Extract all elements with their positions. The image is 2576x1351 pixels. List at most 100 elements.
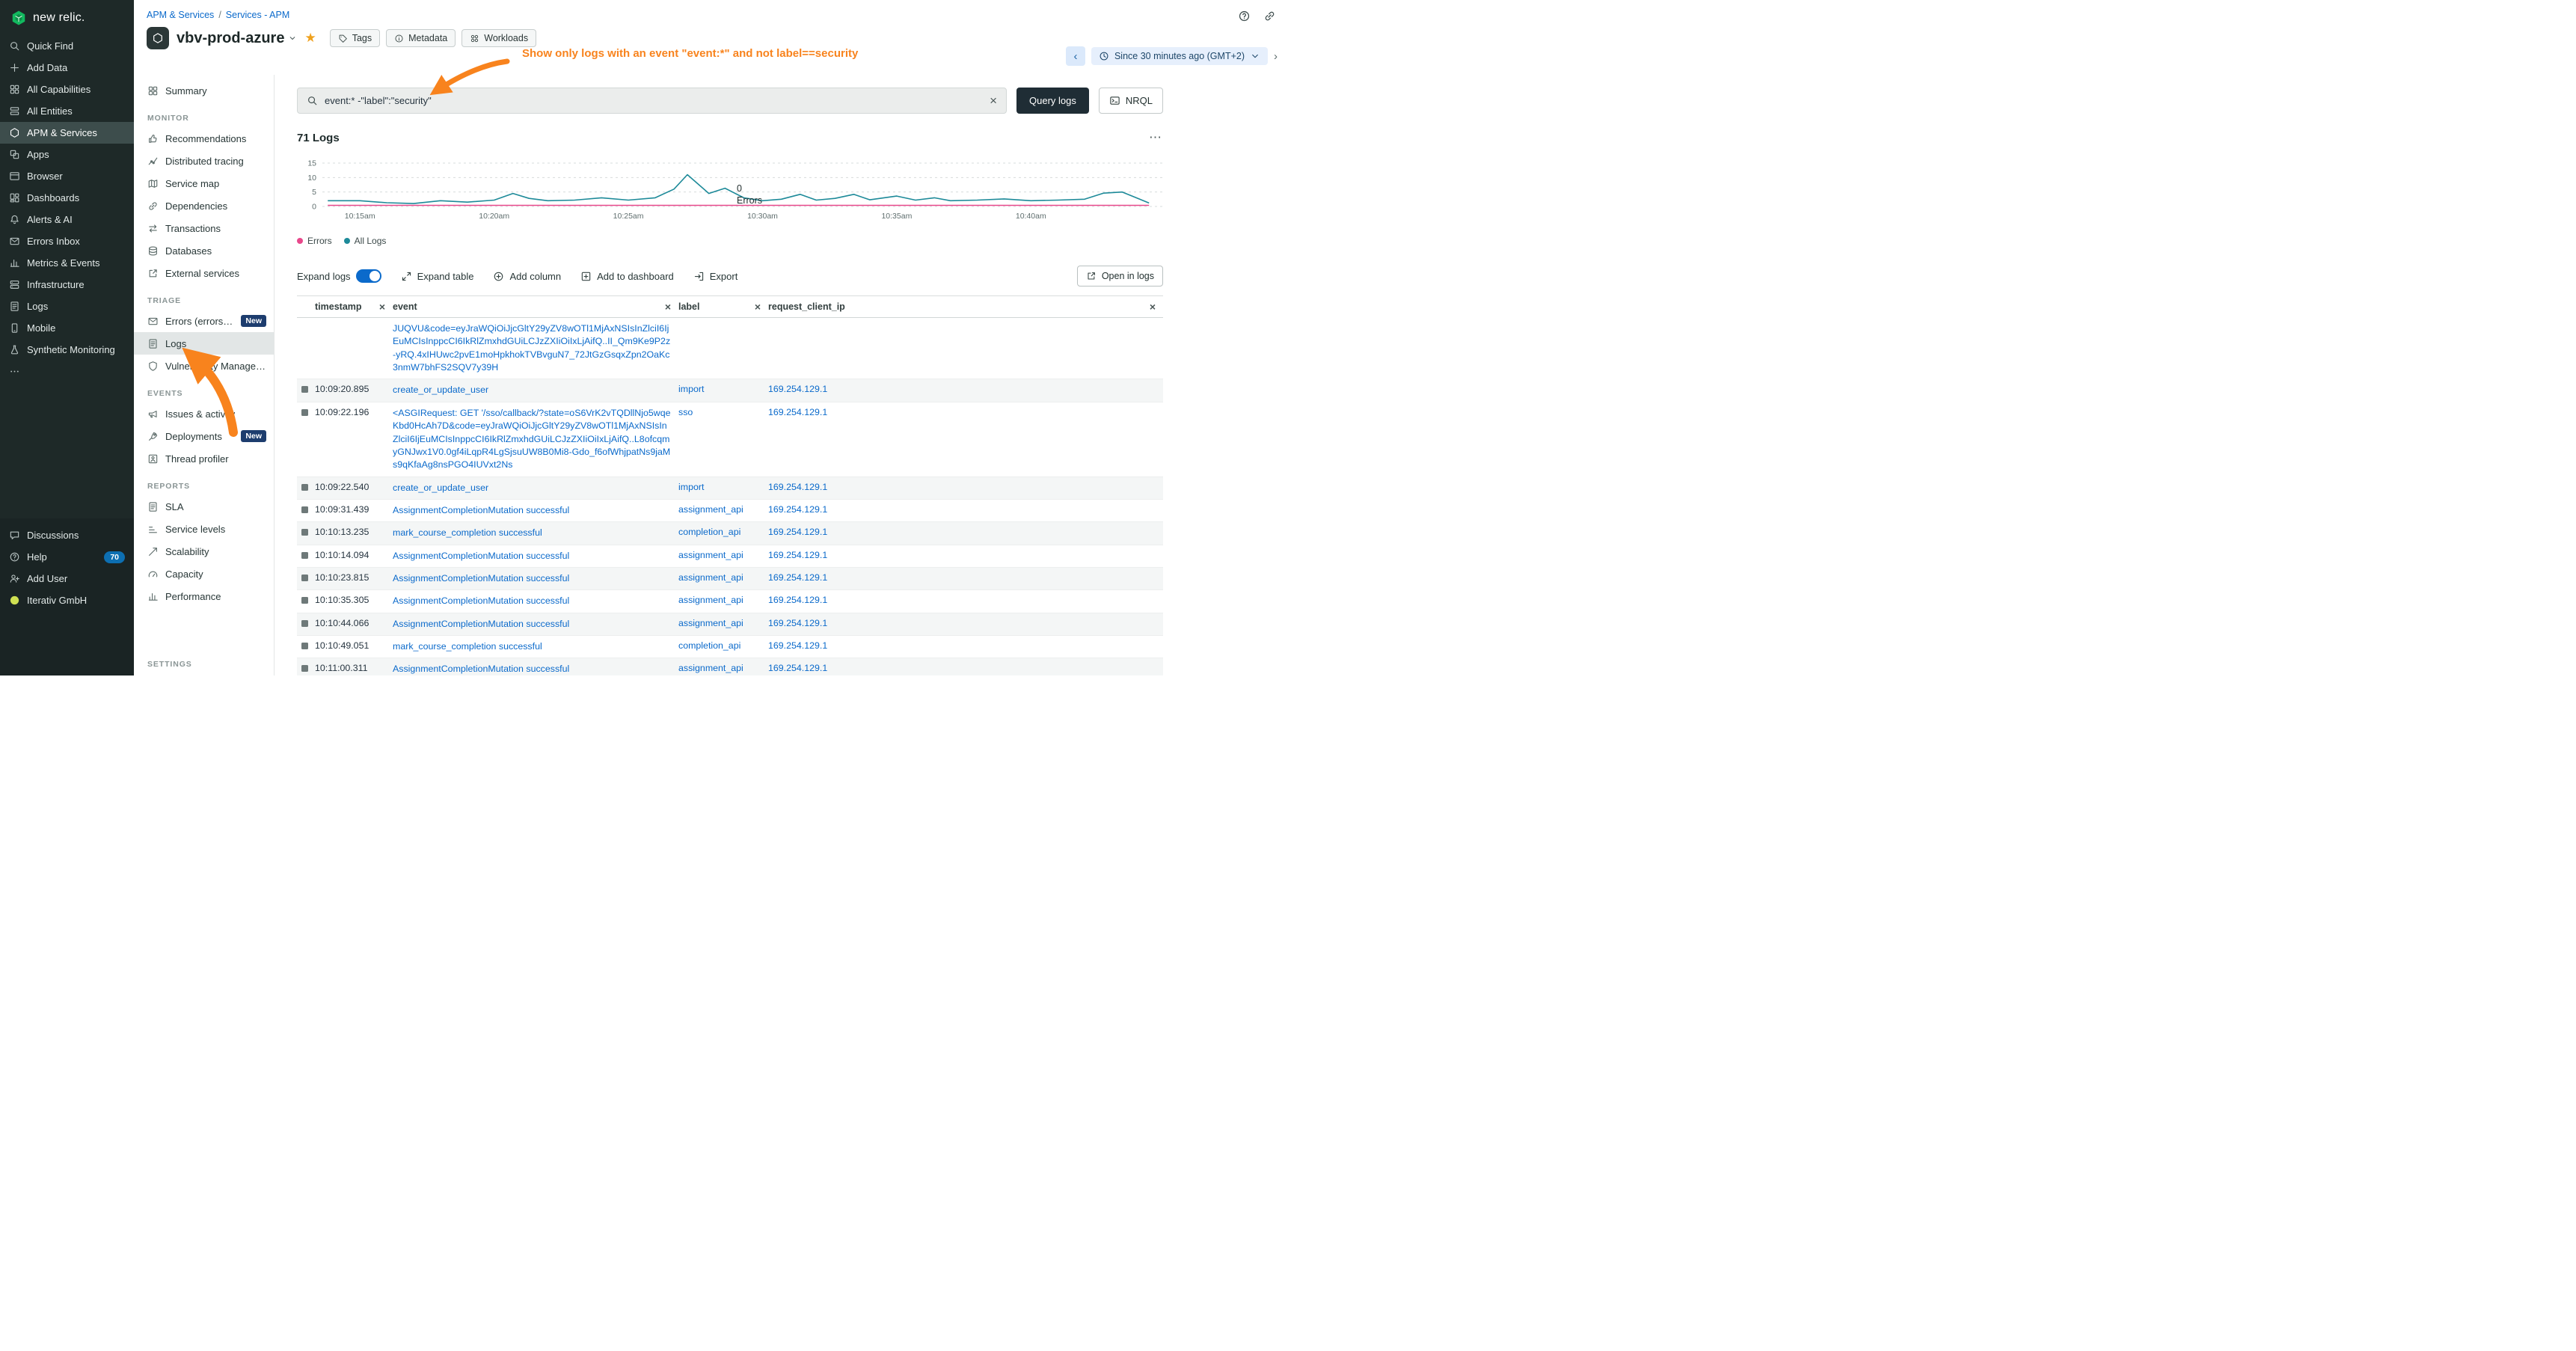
row-marker[interactable] <box>301 529 308 536</box>
clear-query-icon[interactable]: × <box>990 94 997 107</box>
time-picker[interactable]: Since 30 minutes ago (GMT+2) <box>1091 47 1268 65</box>
breadcrumb-link-apm-services[interactable]: APM & Services <box>147 10 214 20</box>
subnav-item[interactable]: Databases <box>134 239 274 262</box>
expand-logs-control[interactable]: Expand logs <box>297 269 381 283</box>
event-link[interactable]: mark_course_completion successful <box>393 641 542 652</box>
subnav-item[interactable]: Deployments New <box>134 425 274 447</box>
rail-nav-item[interactable]: Alerts & AI <box>0 209 134 230</box>
open-in-logs-button[interactable]: Open in logs <box>1077 266 1163 287</box>
rail-nav-item[interactable]: Metrics & Events <box>0 252 134 274</box>
subnav-item[interactable]: External services <box>134 262 274 284</box>
event-link[interactable]: AssignmentCompletionMutation successful <box>393 505 569 515</box>
tags-button[interactable]: Tags <box>330 29 380 47</box>
remove-timestamp-column-icon[interactable]: × <box>379 301 388 312</box>
table-row[interactable]: 10:09:31.439 AssignmentCompletionMutatio… <box>297 499 1163 521</box>
legend-item[interactable]: Errors <box>297 236 332 246</box>
column-header-event[interactable]: event <box>393 301 417 312</box>
label-link[interactable]: assignment_api <box>678 572 743 583</box>
rail-nav-item[interactable]: Dashboards <box>0 187 134 209</box>
ip-link[interactable]: 169.254.129.1 <box>768 550 827 560</box>
subnav-item[interactable]: Capacity <box>134 563 274 585</box>
row-marker[interactable] <box>301 597 308 604</box>
label-link[interactable]: completion_api <box>678 527 740 537</box>
row-marker[interactable] <box>301 665 308 672</box>
rail-nav-item[interactable]: Mobile <box>0 317 134 339</box>
label-link[interactable]: completion_api <box>678 640 740 651</box>
rail-bottom-item[interactable]: Add User <box>0 568 134 589</box>
label-link[interactable]: assignment_api <box>678 663 743 673</box>
rail-nav-item[interactable]: Synthetic Monitoring <box>0 339 134 361</box>
event-link[interactable]: mark_course_completion successful <box>393 527 542 538</box>
subnav-item[interactable]: Issues & activity <box>134 402 274 425</box>
table-row[interactable]: 10:10:13.235 mark_course_completion succ… <box>297 522 1163 545</box>
rail-bottom-item[interactable]: Discussions <box>0 524 134 546</box>
subnav-item[interactable]: Performance <box>134 585 274 607</box>
nrql-button[interactable]: NRQL <box>1099 88 1163 114</box>
table-row[interactable]: 10:10:35.305 AssignmentCompletionMutatio… <box>297 590 1163 613</box>
subnav-item[interactable]: Logs <box>134 332 274 355</box>
ip-link[interactable]: 169.254.129.1 <box>768 407 827 417</box>
ip-link[interactable]: 169.254.129.1 <box>768 618 827 628</box>
entity-switcher-chevron-icon[interactable] <box>288 34 297 43</box>
row-marker[interactable] <box>301 506 308 513</box>
panel-collapse-chevron[interactable]: › <box>1274 50 1278 63</box>
event-link[interactable]: AssignmentCompletionMutation successful <box>393 595 569 606</box>
row-marker[interactable] <box>301 552 308 559</box>
column-header-request-client-ip[interactable]: request_client_ip <box>768 301 845 312</box>
ip-link[interactable]: 169.254.129.1 <box>768 663 827 673</box>
rail-nav-item[interactable]: Logs <box>0 295 134 317</box>
query-logs-button[interactable]: Query logs <box>1016 88 1089 114</box>
rail-bottom-item[interactable]: Iterativ GmbH <box>0 589 134 611</box>
event-link[interactable]: create_or_update_user <box>393 385 488 395</box>
rail-nav-item[interactable]: Apps <box>0 144 134 165</box>
table-row[interactable]: 10:10:23.815 AssignmentCompletionMutatio… <box>297 568 1163 590</box>
label-link[interactable]: assignment_api <box>678 595 743 605</box>
rail-bottom-item[interactable]: Help 70 <box>0 546 134 568</box>
ip-link[interactable]: 169.254.129.1 <box>768 384 827 394</box>
remove-ip-column-icon[interactable]: × <box>1150 301 1159 312</box>
table-row[interactable]: 10:10:44.066 AssignmentCompletionMutatio… <box>297 613 1163 635</box>
rail-nav-item[interactable]: APM & Services <box>0 122 134 144</box>
query-search-box[interactable]: × <box>297 88 1007 114</box>
add-to-dashboard-button[interactable]: Add to dashboard <box>580 271 674 282</box>
row-marker[interactable] <box>301 643 308 649</box>
expand-table-button[interactable]: Expand table <box>401 271 474 282</box>
event-link[interactable]: create_or_update_user <box>393 482 488 493</box>
label-link[interactable]: import <box>678 384 704 394</box>
expand-logs-toggle[interactable] <box>356 269 381 283</box>
breadcrumb-link-services-apm[interactable]: Services - APM <box>226 10 289 20</box>
label-link[interactable]: assignment_api <box>678 618 743 628</box>
help-icon[interactable] <box>1238 10 1251 22</box>
subnav-item[interactable]: Service map <box>134 172 274 194</box>
subnav-item[interactable]: Scalability <box>134 540 274 563</box>
rail-nav-item[interactable]: Add Data <box>0 57 134 79</box>
newrelic-logo[interactable]: new relic. <box>0 0 134 35</box>
subnav-item[interactable]: Distributed tracing <box>134 150 274 172</box>
subnav-item[interactable]: Service levels <box>134 518 274 540</box>
more-menu-icon[interactable]: ⋯ <box>1149 130 1163 145</box>
event-link[interactable]: AssignmentCompletionMutation successful <box>393 573 569 583</box>
remove-label-column-icon[interactable]: × <box>755 301 764 312</box>
ip-link[interactable]: 169.254.129.1 <box>768 640 827 651</box>
rail-nav-item[interactable]: Browser <box>0 165 134 187</box>
subnav-item[interactable]: Dependencies <box>134 194 274 217</box>
rail-nav-item[interactable]: All Capabilities <box>0 79 134 100</box>
subnav-item[interactable]: Thread profiler <box>134 447 274 470</box>
label-link[interactable]: sso <box>678 407 693 417</box>
table-row[interactable]: 10:09:22.540 create_or_update_user impor… <box>297 477 1163 499</box>
permalink-icon[interactable] <box>1263 10 1276 22</box>
query-input[interactable] <box>325 95 983 106</box>
ip-link[interactable]: 169.254.129.1 <box>768 595 827 605</box>
ip-link[interactable]: 169.254.129.1 <box>768 482 827 492</box>
table-row[interactable]: 10:09:22.196 <ASGIRequest: GET '/sso/cal… <box>297 402 1163 477</box>
ip-link[interactable]: 169.254.129.1 <box>768 504 827 515</box>
favorite-star-icon[interactable]: ★ <box>304 31 316 46</box>
row-marker[interactable] <box>301 409 308 416</box>
rail-nav-item[interactable]: Infrastructure <box>0 274 134 295</box>
event-link[interactable]: AssignmentCompletionMutation successful <box>393 664 569 674</box>
table-row[interactable]: 10:11:00.311 AssignmentCompletionMutatio… <box>297 658 1163 676</box>
subnav-item[interactable]: Summary <box>134 79 274 102</box>
table-row[interactable]: JUQVU&code=eyJraWQiOiJjcGltY29yZV8wOTl1M… <box>297 318 1163 379</box>
row-marker[interactable] <box>301 484 308 491</box>
table-row[interactable]: 10:10:49.051 mark_course_completion succ… <box>297 636 1163 658</box>
